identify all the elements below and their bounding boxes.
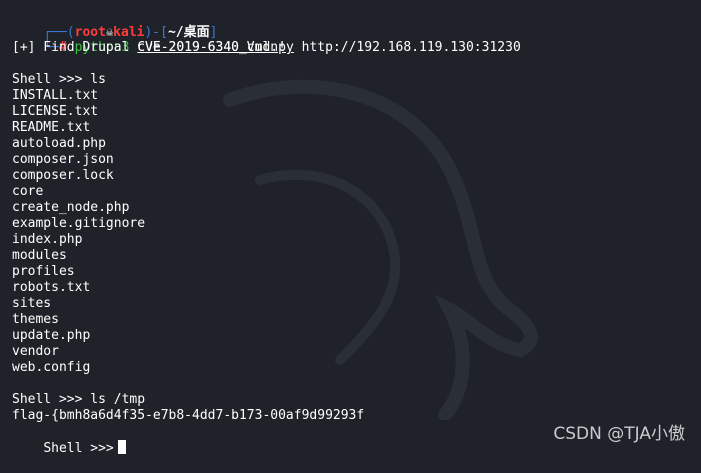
kali-dragon-logo <box>223 79 538 420</box>
file-entry: example.gitignore <box>12 216 146 231</box>
flag-output: flag-{bmh8a6d4f35-e7b8-4dd7-b173-00af9d9… <box>12 408 365 423</box>
text-cursor[interactable] <box>117 440 126 454</box>
file-entry: themes <box>12 312 59 327</box>
file-entry: composer.json <box>12 152 114 167</box>
file-entry: composer.lock <box>12 168 114 183</box>
file-entry: core <box>12 184 44 199</box>
file-entry: vendor <box>12 344 59 359</box>
prompt-line-top: ┌──(root☠kali)-[~/桌面] <box>12 8 217 40</box>
command-url: http://192.168.119.130:31230 <box>301 40 521 55</box>
file-entry: web.config <box>12 360 91 375</box>
file-entry: modules <box>12 248 67 263</box>
find-message: [+] Find Drupal CVE-2019-6340 Vuln! <box>12 40 286 55</box>
file-entry: LICENSE.txt <box>12 104 99 119</box>
prompt-line-command: └─# python3 cve-2019-6340_cmd.py http://… <box>12 24 520 55</box>
shell-input-line[interactable]: Shell >>> <box>12 424 126 456</box>
file-entry: index.php <box>12 232 83 247</box>
file-entry: robots.txt <box>12 280 91 295</box>
file-entry: README.txt <box>12 120 91 135</box>
csdn-watermark: CSDN @TJA小傲 <box>553 424 685 444</box>
file-entry: profiles <box>12 264 75 279</box>
file-entry: INSTALL.txt <box>12 88 99 103</box>
file-entry: autoload.php <box>12 136 106 151</box>
file-entry: update.php <box>12 328 91 343</box>
file-entry: create_node.php <box>12 200 130 215</box>
shell-ls-command: Shell >>> ls <box>12 72 106 87</box>
file-entry: sites <box>12 296 52 311</box>
terminal-window[interactable]: ┌──(root☠kali)-[~/桌面] └─# python3 cve-20… <box>0 0 701 456</box>
shell-ls-tmp-command: Shell >>> ls /tmp <box>12 392 146 407</box>
